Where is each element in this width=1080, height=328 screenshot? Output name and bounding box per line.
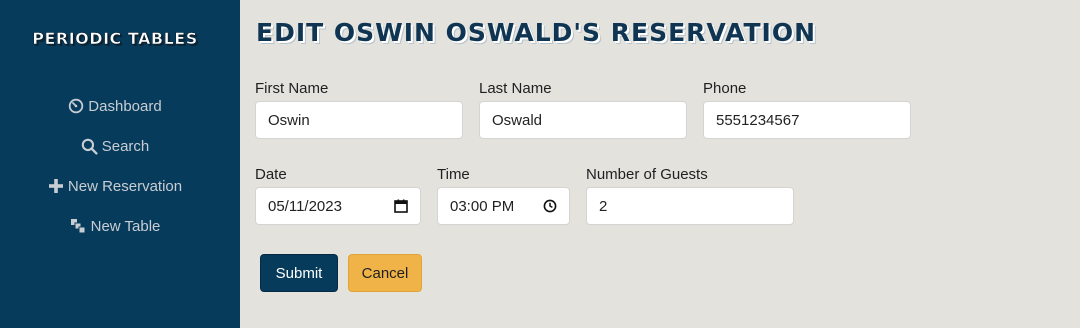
last-name-value: Oswald [492, 111, 543, 129]
layers-icon [70, 219, 86, 234]
search-icon [81, 138, 98, 155]
time-field[interactable]: 03:00 PM [437, 187, 570, 225]
sidebar-nav: Dashboard Search New Reservation New Tab… [0, 86, 230, 246]
page-title: EDIT OSWIN OSWALD'S RESERVATION [256, 18, 817, 47]
sidebar-item-label: Search [101, 137, 150, 155]
guests-value: 2 [599, 197, 608, 215]
sidebar-item-search[interactable]: Search [0, 126, 230, 166]
time-label: Time [437, 166, 470, 183]
last-name-group: Last Name Oswald [479, 80, 687, 139]
first-name-label: First Name [255, 80, 329, 97]
sidebar-item-label: New Table [90, 217, 161, 235]
last-name-field[interactable]: Oswald [479, 101, 687, 139]
sidebar-item-label: Dashboard [88, 97, 162, 115]
cancel-button[interactable]: Cancel [348, 254, 422, 292]
plus-icon [48, 179, 63, 193]
first-name-group: First Name Oswin [255, 80, 463, 139]
main-content: EDIT OSWIN OSWALD'S RESERVATION First Na… [240, 0, 1080, 328]
date-value: 05/11/2023 [268, 197, 342, 215]
time-group: Time 03:00 PM [437, 166, 570, 225]
first-name-field[interactable]: Oswin [255, 101, 463, 139]
phone-value: 5551234567 [716, 111, 800, 129]
date-group: Date 05/11/2023 [255, 166, 421, 225]
sidebar-item-dashboard[interactable]: Dashboard [0, 86, 230, 126]
sidebar-item-new-reservation[interactable]: New Reservation [0, 166, 230, 206]
guests-group: Number of Guests 2 [586, 166, 794, 225]
phone-label: Phone [703, 80, 747, 97]
dashboard-icon [69, 98, 84, 114]
sidebar-item-new-table[interactable]: New Table [0, 206, 230, 246]
sidebar: PERIODIC TABLES Dashboard Search New Res… [0, 0, 240, 328]
guests-label: Number of Guests [586, 166, 708, 183]
date-field[interactable]: 05/11/2023 [255, 187, 421, 225]
submit-button[interactable]: Submit [260, 254, 338, 292]
guests-field[interactable]: 2 [586, 187, 794, 225]
clock-icon[interactable] [543, 199, 557, 213]
phone-field[interactable]: 5551234567 [703, 101, 911, 139]
date-label: Date [255, 166, 287, 183]
brand-title[interactable]: PERIODIC TABLES [0, 29, 230, 49]
first-name-value: Oswin [268, 111, 310, 129]
sidebar-item-label: New Reservation [67, 177, 183, 195]
calendar-icon[interactable] [394, 199, 408, 213]
phone-group: Phone 5551234567 [703, 80, 911, 139]
time-value: 03:00 PM [450, 197, 515, 215]
last-name-label: Last Name [479, 80, 552, 97]
